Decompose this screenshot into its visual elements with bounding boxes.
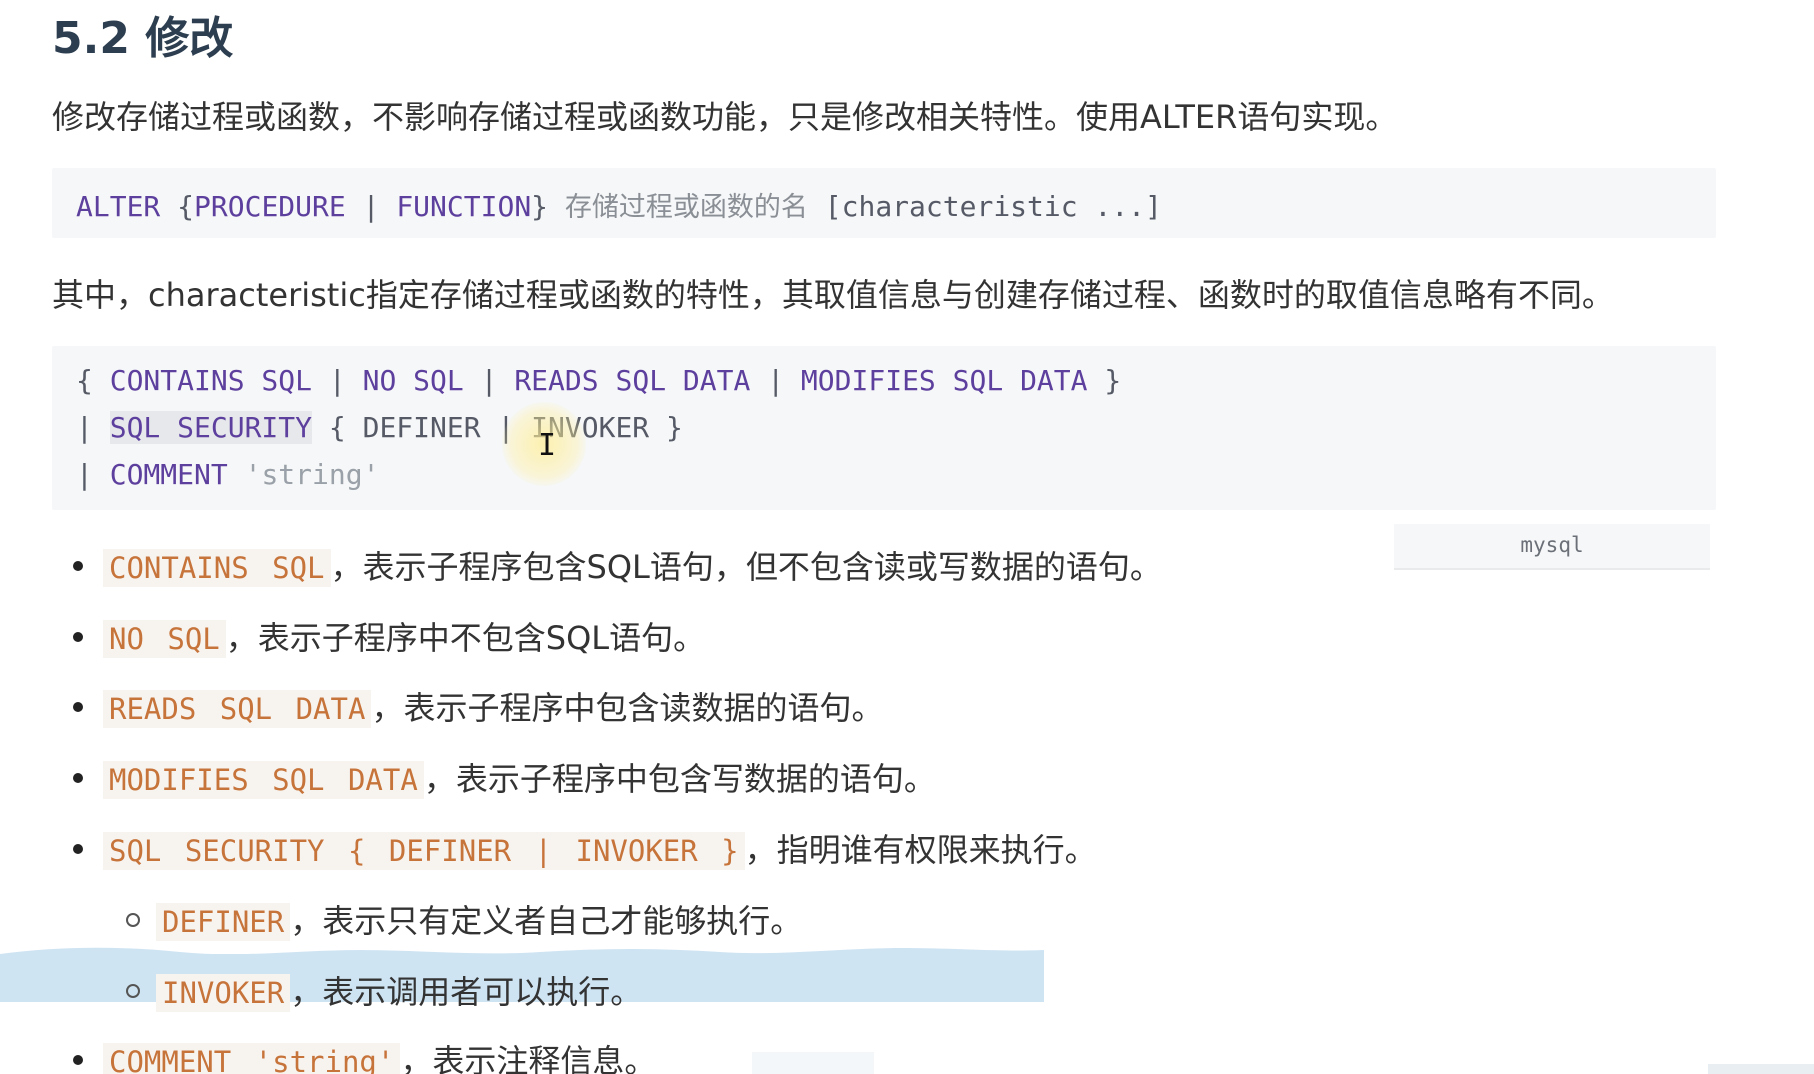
code-token: } [1087, 364, 1122, 397]
code-token: NO SQL [362, 364, 464, 397]
document-page: 5.2 修改 修改存储过程或函数，不影响存储过程或函数功能，只是修改相关特性。使… [0, 0, 1814, 1074]
characteristic-code-block: { CONTAINS SQL | NO SQL | READS SQL DATA… [52, 346, 1716, 510]
list-item: NO SQL ，表示子程序中不包含SQL语句。 [103, 613, 705, 659]
inline-code: INVOKER [156, 974, 291, 1012]
inline-code: MODIFIES SQL DATA [103, 761, 424, 799]
language-label: mysql [1394, 524, 1710, 570]
code-token: READS SQL DATA [514, 364, 751, 397]
inline-code: DEFINER [156, 903, 291, 941]
code-token: COMMENT [109, 458, 228, 491]
list-item-text: ，表示调用者可以执行。 [290, 973, 643, 1011]
list-item: SQL SECURITY { DEFINER | INVOKER } ，指明谁有权… [103, 825, 1097, 871]
code-token: | [750, 364, 801, 397]
alter-code-block: ALTER {PROCEDURE | FUNCTION} 存储过程或函数的名 [… [52, 168, 1716, 238]
code-token: | [76, 458, 110, 491]
code-token: 'string' [244, 458, 380, 491]
faint-overlay [752, 1052, 874, 1074]
code-token: CONTAINS SQL [109, 364, 313, 397]
alter-keyword: ALTER [76, 190, 161, 223]
bullet-dot [73, 1055, 83, 1065]
alter-brace-close: } [531, 190, 565, 223]
sub-list-item: INVOKER ，表示调用者可以执行。 [156, 967, 642, 1013]
bullet-dot [73, 561, 83, 571]
code-line-2: | SQL SECURITY { DEFINER | INVOKER } [76, 411, 683, 444]
list-item-text: ，表示子程序中不包含SQL语句。 [225, 619, 706, 657]
function-keyword: FUNCTION [396, 190, 532, 223]
list-item-text: ，表示注释信息。 [400, 1042, 657, 1074]
code-token: | [76, 411, 110, 444]
note-paragraph: 其中，characteristic指定存储过程或函数的特性，其取值信息与创建存储… [52, 276, 1614, 314]
section-heading: 5.2 修改 [52, 13, 234, 64]
code-token: { DEFINER | INVOKER } [312, 411, 683, 444]
list-item-text: ，表示子程序中包含写数据的语句。 [423, 760, 936, 798]
list-item: CONTAINS SQL ，表示子程序包含SQL语句，但不包含读或写数据的语句。 [103, 542, 1162, 588]
list-item-text: ，表示子程序中包含读数据的语句。 [371, 689, 884, 727]
sub-bullet-circle [126, 984, 140, 998]
list-item-text: ，指明谁有权限来执行。 [744, 831, 1097, 869]
alter-pipe: | [345, 190, 397, 223]
list-item: MODIFIES SQL DATA ，表示子程序中包含写数据的语句。 [103, 754, 936, 800]
inline-code: COMMENT 'string' [103, 1043, 401, 1074]
alter-code-line: ALTER {PROCEDURE | FUNCTION} 存储过程或函数的名 [… [76, 185, 1162, 224]
code-token: | [312, 364, 363, 397]
bullet-dot [73, 632, 83, 642]
routine-name-placeholder: 存储过程或函数的名 [564, 192, 808, 223]
sub-bullet-circle [126, 913, 140, 927]
code-token: | [463, 364, 515, 397]
code-token: MODIFIES SQL DATA [800, 364, 1088, 397]
sub-list-item: DEFINER ，表示只有定义者自己才能够执行。 [156, 896, 802, 942]
characteristic-part: [characteristic ...] [807, 190, 1162, 223]
inline-code: SQL SECURITY { DEFINER | INVOKER } [103, 832, 745, 870]
corner-widget [1708, 1064, 1814, 1074]
bullet-dot [73, 773, 83, 783]
code-token: SQL SECURITY [109, 411, 313, 444]
list-item: COMMENT 'string' ，表示注释信息。 [103, 1036, 656, 1074]
alter-brace-open: { [160, 190, 195, 223]
list-item-text: ，表示子程序包含SQL语句，但不包含读或写数据的语句。 [330, 548, 1162, 586]
list-item-text: ，表示只有定义者自己才能够执行。 [290, 902, 803, 940]
inline-code: CONTAINS SQL [103, 549, 331, 587]
intro-paragraph: 修改存储过程或函数，不影响存储过程或函数功能，只是修改相关特性。使用ALTER语… [52, 98, 1398, 136]
code-line-1: { CONTAINS SQL | NO SQL | READS SQL DATA… [76, 364, 1121, 397]
code-line-3: | COMMENT 'string' [76, 458, 379, 491]
procedure-keyword: PROCEDURE [194, 190, 346, 223]
inline-code: NO SQL [103, 620, 226, 658]
bullet-dot [73, 844, 83, 854]
text-cursor-icon: I [538, 428, 557, 463]
inline-code: READS SQL DATA [103, 690, 372, 728]
code-token: { [76, 364, 110, 397]
bullet-dot [73, 702, 83, 712]
list-item: READS SQL DATA ，表示子程序中包含读数据的语句。 [103, 683, 883, 729]
